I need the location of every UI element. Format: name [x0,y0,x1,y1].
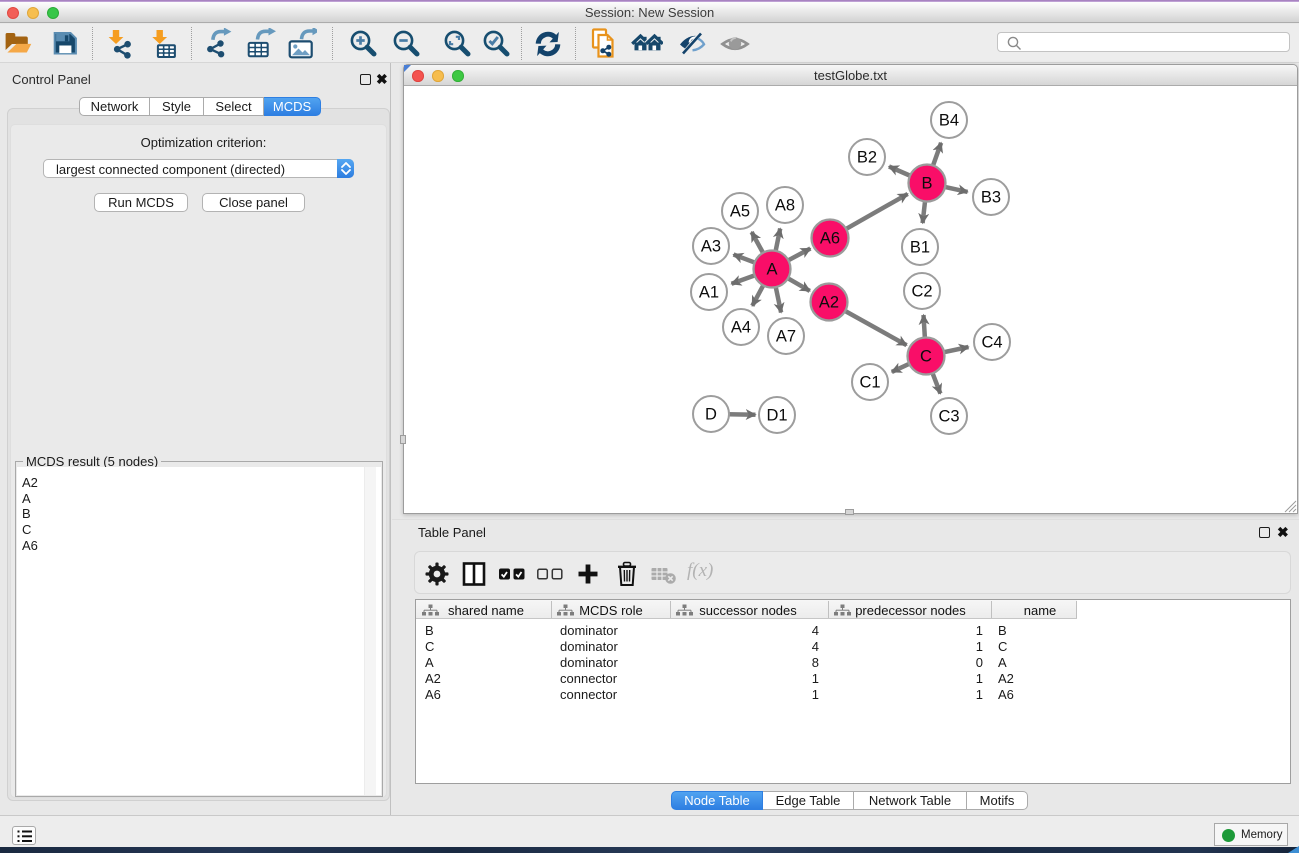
svg-text:B3: B3 [981,189,1001,207]
svg-text:A8: A8 [775,197,795,215]
svg-text:C1: C1 [859,374,880,392]
svg-text:A2: A2 [819,294,839,312]
svg-text:A3: A3 [701,238,721,256]
svg-text:A4: A4 [731,319,751,337]
svg-text:B1: B1 [910,239,930,257]
svg-text:D1: D1 [766,407,787,425]
svg-text:B4: B4 [939,112,959,130]
svg-text:B2: B2 [857,149,877,167]
svg-text:A6: A6 [820,230,840,248]
svg-text:C4: C4 [981,334,1002,352]
svg-text:C: C [920,348,932,366]
svg-text:A: A [766,261,777,279]
svg-text:C3: C3 [938,408,959,426]
svg-text:B: B [921,175,932,193]
svg-text:A5: A5 [730,203,750,221]
svg-text:A7: A7 [776,328,796,346]
svg-text:A1: A1 [699,284,719,302]
svg-text:C2: C2 [911,283,932,301]
svg-text:D: D [705,406,717,424]
